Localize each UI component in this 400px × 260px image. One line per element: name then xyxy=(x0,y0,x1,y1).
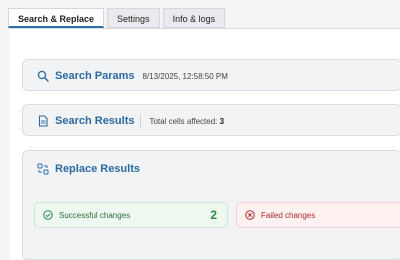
total-cells-value: 3 xyxy=(219,116,225,126)
search-icon xyxy=(37,70,49,82)
successful-changes-card[interactable]: Successful changes 2 xyxy=(34,202,228,228)
failed-changes-card[interactable]: Failed changes xyxy=(236,202,400,228)
tab-bar: Search & Replace Settings Info & logs xyxy=(8,8,226,28)
total-cells-label: Total cells affected: xyxy=(149,116,218,126)
search-results-card[interactable]: Search Results Total cells affected: 3 xyxy=(22,104,400,136)
search-params-title: Search Params xyxy=(55,70,135,82)
replace-icon xyxy=(37,163,49,175)
tab-settings[interactable]: Settings xyxy=(107,8,160,28)
x-circle-icon xyxy=(245,210,255,220)
successful-changes-count: 2 xyxy=(210,208,217,222)
search-results-title: Search Results xyxy=(55,115,135,127)
successful-changes-label: Successful changes xyxy=(59,210,131,220)
failed-changes-label: Failed changes xyxy=(261,210,316,220)
replace-results-title: Replace Results xyxy=(55,163,140,175)
tab-info-logs[interactable]: Info & logs xyxy=(162,8,226,28)
check-circle-icon xyxy=(43,210,53,220)
document-icon xyxy=(37,115,49,127)
divider xyxy=(140,115,142,127)
search-params-timestamp: 8/13/2025, 12:58:50 PM xyxy=(142,71,228,81)
search-params-card[interactable]: Search Params 8/13/2025, 12:58:50 PM xyxy=(22,59,400,91)
tab-search-replace[interactable]: Search & Replace xyxy=(8,8,105,28)
total-cells-affected: Total cells affected: 3 xyxy=(149,117,224,126)
